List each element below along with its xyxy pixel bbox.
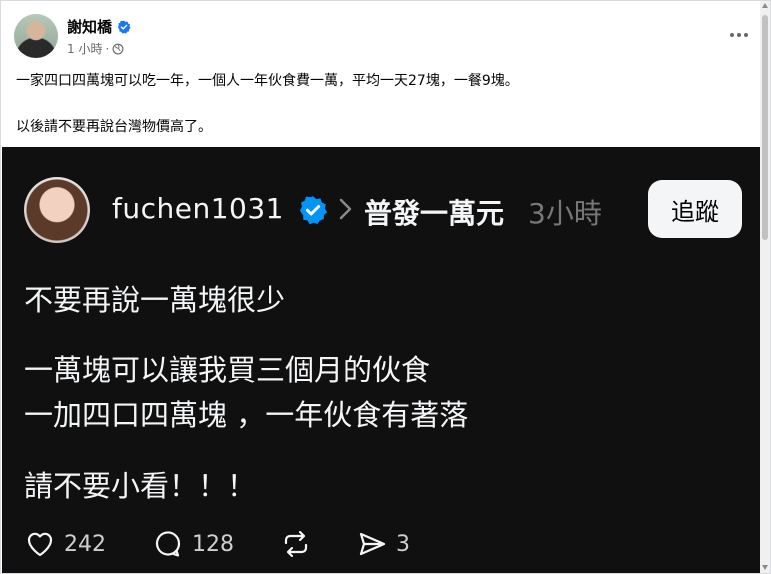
scroll-up-arrow-icon[interactable] (762, 3, 768, 8)
reply-count: 128 (192, 531, 234, 557)
repost-icon (284, 530, 308, 558)
author-avatar[interactable] (14, 14, 58, 58)
threads-text-line-4: 請不要小看！！！ (24, 469, 257, 503)
scroll-down-arrow-icon[interactable] (762, 565, 768, 570)
share-action: 3 (356, 528, 410, 560)
threads-community: 普發一萬元 (364, 197, 505, 230)
reply-icon (155, 531, 181, 557)
verified-badge-icon (117, 20, 131, 34)
follow-button: 追蹤 (648, 180, 742, 238)
scroll-thumb[interactable] (762, 15, 768, 240)
repost-action (280, 528, 312, 560)
post-text-line-2: 以後請不要再說台灣物價高了。 (16, 119, 212, 135)
globe-icon (112, 43, 124, 54)
like-action: 242 (24, 528, 106, 560)
post-time[interactable]: 1 小時 (67, 40, 102, 57)
threads-text-line-3: 一加四口四萬塊 ，一年伙食有著落 (24, 398, 469, 432)
threads-username: fuchen1031 (112, 192, 284, 225)
like-count: 242 (64, 531, 106, 557)
threads-avatar (24, 177, 90, 243)
more-options-icon[interactable] (725, 25, 753, 45)
post-meta: 1 小時 · (67, 40, 124, 57)
embedded-threads-screenshot[interactable]: fuchen1031 普發一萬元 3小時 追蹤 不要再說一萬塊很少 一萬塊可以讓… (2, 147, 760, 573)
threads-time: 3小時 (528, 197, 602, 230)
facebook-post: 謝知橋 1 小時 · 一家四口四萬塊可以吃一年，一個人一年伙食費一萬，平均一天2… (0, 0, 771, 574)
author-row: 謝知橋 (67, 16, 131, 37)
scrollbar[interactable] (760, 1, 770, 573)
chevron-right-icon (339, 198, 352, 220)
meta-separator: · (105, 41, 110, 56)
author-name[interactable]: 謝知橋 (67, 16, 112, 37)
threads-text-line-2: 一萬塊可以讓我買三個月的伙食 (24, 353, 431, 387)
share-count: 3 (396, 531, 410, 557)
heart-icon (27, 532, 53, 557)
verified-badge-icon (299, 196, 328, 225)
threads-text-line-1: 不要再說一萬塊很少 (24, 283, 286, 317)
reply-action: 128 (152, 528, 234, 560)
share-icon (359, 532, 386, 556)
post-text-line-1: 一家四口四萬塊可以吃一年，一個人一年伙食費一萬，平均一天27塊，一餐9塊。 (16, 73, 519, 89)
